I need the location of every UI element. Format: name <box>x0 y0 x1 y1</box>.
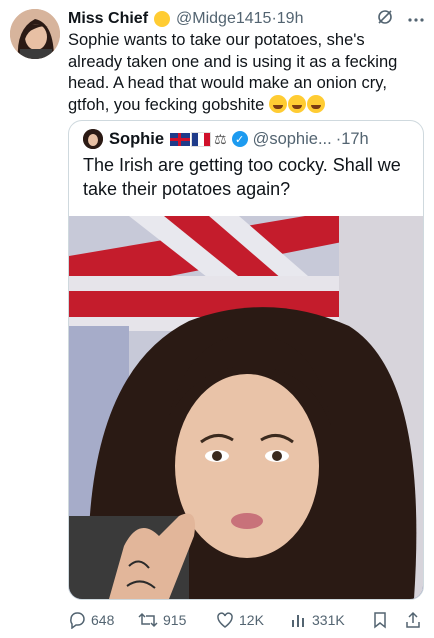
quoted-photo[interactable] <box>69 216 423 599</box>
joy-emoji-icon <box>306 94 325 113</box>
author-name[interactable]: Miss Chief <box>68 10 148 28</box>
like-button[interactable]: 12K <box>216 611 291 629</box>
quoted-avatar <box>83 129 103 149</box>
quoted-tweet[interactable]: Sophie ⚖ ✓ @sophie... ·17h The Irish are… <box>68 120 424 600</box>
verified-badge-icon: ✓ <box>231 131 248 147</box>
quoted-author-name: Sophie <box>109 129 165 148</box>
grok-icon[interactable] <box>376 8 394 31</box>
more-options-icon[interactable] <box>408 10 424 28</box>
repost-count: 915 <box>163 612 187 628</box>
share-icon <box>405 611 421 629</box>
flag-emojis: ⚖ <box>170 131 227 148</box>
action-bar: 648 915 12K 331K <box>68 606 428 634</box>
smirk-emoji-icon <box>154 11 171 27</box>
france-flag-icon <box>191 131 212 147</box>
joy-emoji-icon <box>287 94 306 113</box>
quoted-time-value: 17h <box>341 129 369 148</box>
repost-button[interactable]: 915 <box>138 611 216 629</box>
views-count: 331K <box>312 612 345 628</box>
uk-flag-icon <box>170 132 191 146</box>
emoji-row <box>268 94 325 113</box>
reply-button[interactable]: 648 <box>68 611 138 629</box>
tweet-text: Sophie wants to take our potatoes, she's… <box>68 31 398 114</box>
quoted-handle: @sophie... <box>252 129 332 148</box>
tweet-header: Miss Chief @Midge1415 · 19h <box>68 8 424 30</box>
bookmark-button[interactable] <box>373 611 387 629</box>
author-handle[interactable]: @Midge1415 <box>176 10 271 28</box>
heart-icon <box>216 611 234 629</box>
bookmark-icon <box>373 611 387 629</box>
share-button[interactable] <box>405 611 421 629</box>
quoted-header: Sophie ⚖ ✓ @sophie... ·17h <box>83 127 415 151</box>
like-count: 12K <box>239 612 264 628</box>
quoted-text: The Irish are getting too cocky. Shall w… <box>83 155 401 199</box>
reply-count: 648 <box>91 612 115 628</box>
tweet-text-block: Sophie wants to take our potatoes, she's… <box>68 30 418 116</box>
views-button[interactable]: 331K <box>291 612 373 628</box>
scales-icon: ⚖ <box>214 130 227 147</box>
author-avatar[interactable] <box>10 9 60 59</box>
tweet-time[interactable]: 19h <box>277 10 304 28</box>
repost-icon <box>138 611 158 629</box>
reply-icon <box>68 611 86 629</box>
analytics-icon <box>291 612 307 628</box>
quoted-time: ·17h <box>336 130 369 149</box>
rofl-emoji-icon <box>268 94 287 113</box>
